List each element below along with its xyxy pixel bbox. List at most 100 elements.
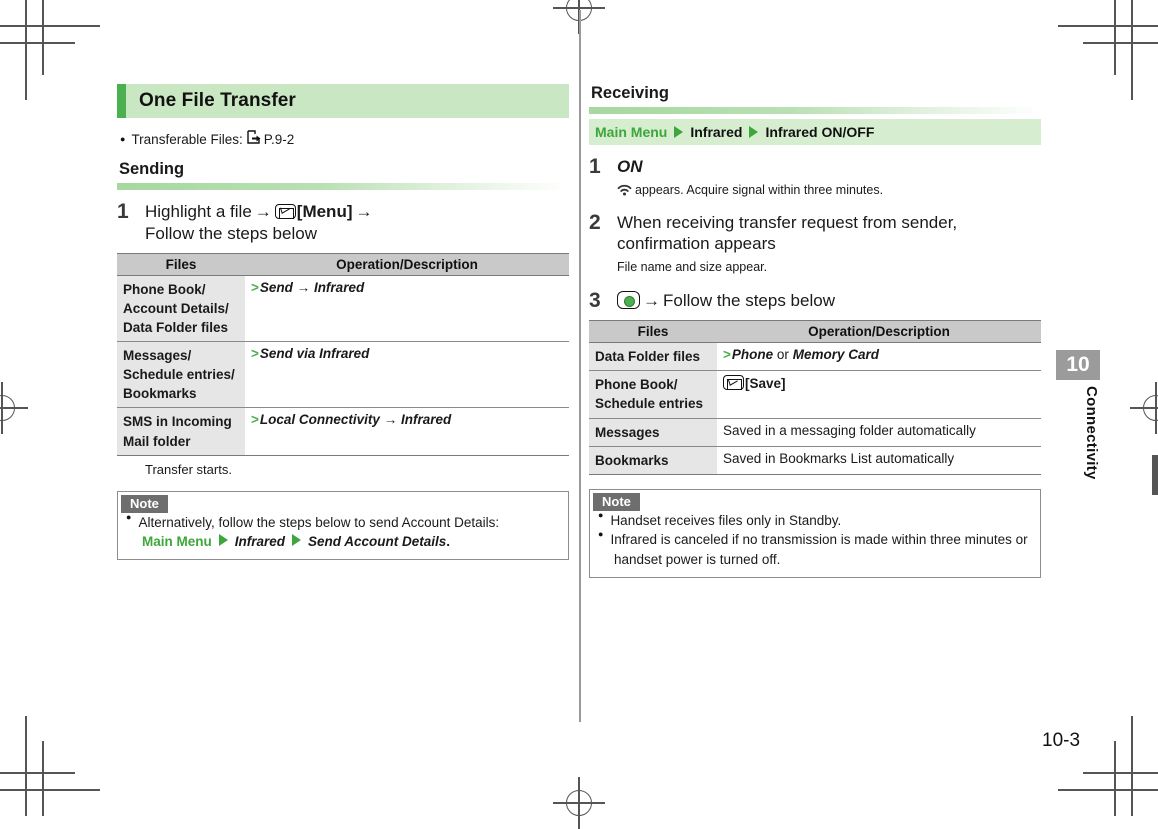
cell-operation: Saved in a messaging folder automaticall… <box>717 418 1041 447</box>
tab-edge-marker <box>1152 455 1158 495</box>
sending-rule <box>117 183 569 190</box>
cell-files: Bookmarks <box>589 446 717 475</box>
cell-operation: >Send via Infrared <box>245 341 569 409</box>
crumb-tail: . <box>446 534 451 550</box>
chapter-number: 10 <box>1056 350 1100 380</box>
table-row: Phone Book/ Account Details/ Data Folder… <box>117 275 569 342</box>
transferable-files-label: Transferable Files: <box>131 132 243 147</box>
op-item-2: Infrared <box>400 412 452 428</box>
note-item: ● Infrared is canceled if no transmissio… <box>590 530 1040 550</box>
note-tag: Note <box>593 492 640 511</box>
files-line-3: Bookmarks <box>123 386 197 402</box>
note-item-continuation: handset power is turned off. <box>614 552 781 568</box>
cell-files: Messages/ Schedule entries/ Bookmarks <box>117 341 245 409</box>
receiving-breadcrumb: Main Menu Infrared Infrared ON/OFF <box>589 119 1041 145</box>
op-item-1: Send via Infrared <box>259 345 370 361</box>
sending-heading: Sending <box>119 160 185 178</box>
crumb-item-infrared-onoff[interactable]: Infrared ON/OFF <box>765 124 874 140</box>
note-item-text: Infrared is canceled if no transmission … <box>610 532 1028 548</box>
envelope-key-icon <box>723 375 744 391</box>
crumb-main-menu[interactable]: Main Menu <box>142 534 212 549</box>
op-item-1: Local Connectivity <box>259 412 380 428</box>
chevron-right-icon <box>292 534 302 547</box>
op-arrow: → <box>296 279 311 295</box>
op-item-2: Memory Card <box>792 347 879 363</box>
note-item: ● Handset receives files only in Standby… <box>590 509 1040 531</box>
step-number: 1 <box>589 155 601 178</box>
cell-files: Phone Book/ Schedule entries <box>589 370 717 419</box>
table-row: Messages/ Schedule entries/ Bookmarks >S… <box>117 341 569 409</box>
step-1-arrow-1: → <box>254 202 272 221</box>
step-1-sub: appears. Acquire signal within three min… <box>617 182 1041 201</box>
left-column: One File Transfer ● Transferable Files: … <box>117 84 569 560</box>
files-line-1: Phone Book/ <box>123 281 206 297</box>
cell-operation: >Local Connectivity → Infrared <box>245 407 569 456</box>
cell-operation: Saved in Bookmarks List automatically <box>717 446 1041 475</box>
op-item-1: Phone <box>731 347 774 363</box>
page-number: 10-3 <box>1042 730 1081 751</box>
cell-files: Data Folder files <box>589 342 717 372</box>
op-conjunction: or <box>776 347 789 363</box>
files-line-1: SMS in Incoming <box>123 414 232 430</box>
files-line-2: Schedule entries/ <box>123 367 235 383</box>
registration-mark-right <box>1130 382 1158 434</box>
transferable-files-line: ● Transferable Files: P.9-2 <box>117 130 569 147</box>
step-number: 1 <box>117 200 129 223</box>
chevron-right-icon <box>674 126 684 138</box>
bullet-dot-icon: ● <box>120 134 126 144</box>
title-accent-bar <box>117 84 126 118</box>
op-marker-icon: > <box>251 412 259 428</box>
chapter-name: Connectivity <box>1083 386 1100 480</box>
registration-mark-left <box>0 382 28 434</box>
step-1-sub-text: appears. Acquire signal within three min… <box>635 182 884 197</box>
op-marker-icon: > <box>251 345 259 361</box>
right-step-3: 3 → Follow the steps below <box>589 289 1041 312</box>
step-number: 2 <box>589 210 601 234</box>
crumb-item-2[interactable]: Send Account Details <box>308 534 446 549</box>
left-note-box: Note ● Alternatively, follow the steps b… <box>117 490 569 560</box>
cell-files: Messages <box>589 418 717 447</box>
right-step-2: 2 When receiving transfer request from s… <box>589 210 1041 276</box>
table-row: Phone Book/ Schedule entries [Save] <box>589 370 1041 419</box>
infrared-signal-icon <box>617 184 632 201</box>
crumb-item-infrared[interactable]: Infrared <box>690 124 742 140</box>
step-3-text: Follow the steps below <box>663 291 835 310</box>
step-number: 3 <box>589 289 601 312</box>
right-note-box: Note ● Handset receives files only in St… <box>589 488 1041 578</box>
cell-files: Phone Book/ Account Details/ Data Folder… <box>117 275 245 342</box>
sending-operations-table: Files Operation/Description Phone Book/ … <box>117 252 569 456</box>
transferable-files-ref[interactable]: P.9-2 <box>264 132 295 147</box>
files-line-2: Schedule entries <box>595 396 704 412</box>
center-key-icon <box>617 291 640 309</box>
table-header-row: Files Operation/Description <box>117 252 569 276</box>
step-2-line-1: When receiving transfer request from sen… <box>617 212 958 232</box>
step-1-arrow-2: → <box>355 202 373 221</box>
op-arrow: → <box>383 412 398 428</box>
crumb-item-1[interactable]: Infrared <box>235 534 285 549</box>
bullet-dot-icon: ● <box>598 509 604 520</box>
table-row: SMS in Incoming Mail folder >Local Conne… <box>117 407 569 456</box>
bullet-dot-icon: ● <box>598 529 604 540</box>
note-tag: Note <box>121 494 168 513</box>
transfer-starts-text: Transfer starts. <box>145 461 232 477</box>
right-column: Receiving Main Menu Infrared Infrared ON… <box>589 84 1041 578</box>
files-line-1: Messages/ <box>123 347 192 363</box>
step-1-text-a: Highlight a file <box>145 202 252 221</box>
crumb-main-menu[interactable]: Main Menu <box>595 124 667 140</box>
col-header-files: Files <box>589 320 717 344</box>
right-step-1: 1 ON appears. Acquire signal within thre… <box>589 156 1041 201</box>
step-2-line-2: confirmation appears <box>617 234 776 254</box>
note-item-text: Alternatively, follow the steps below to… <box>138 514 500 530</box>
table-row: Bookmarks Saved in Bookmarks List automa… <box>589 446 1041 475</box>
step-3-arrow: → <box>643 291 660 310</box>
col-header-operation: Operation/Description <box>245 252 569 276</box>
files-line-3: Data Folder files <box>123 319 229 335</box>
step-2-sub: File name and size appear. <box>617 260 768 275</box>
step-1-line-2: Follow the steps below <box>145 223 317 243</box>
step-1-line-1: Highlight a file → [Menu] → <box>145 201 569 223</box>
files-line-1: Phone Book/ <box>595 377 678 393</box>
note-item: ● Alternatively, follow the steps below … <box>118 512 568 533</box>
envelope-key-icon <box>274 204 296 219</box>
registration-mark-bottom <box>553 777 605 829</box>
files-line-2: Mail folder <box>123 433 191 449</box>
